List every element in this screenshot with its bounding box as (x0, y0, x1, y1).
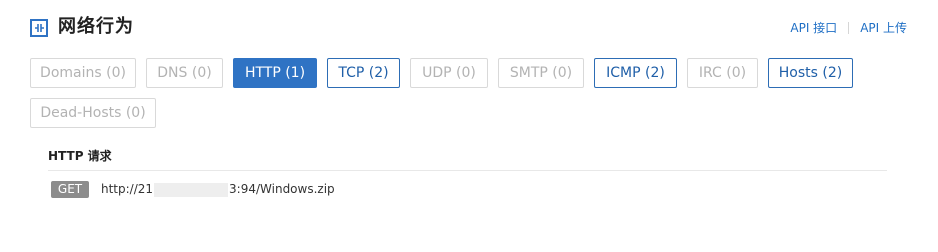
tab-dns[interactable]: DNS (0) (146, 58, 223, 88)
network-behavior-icon (30, 19, 48, 37)
api-interface-link[interactable]: API 接口 (790, 20, 837, 36)
section-title: 网络行为 (58, 16, 134, 37)
request-url-start: http://21 (101, 182, 154, 196)
tab-tcp[interactable]: TCP (2) (327, 58, 400, 88)
divider (48, 170, 887, 171)
api-upload-link[interactable]: API 上传 (860, 20, 907, 36)
network-behavior-panel: 网络行为 API 接口 API 上传 Domains (0) DNS (0) H… (0, 0, 938, 252)
tab-smtp[interactable]: SMTP (0) (498, 58, 584, 88)
link-divider (848, 22, 850, 34)
tab-hosts[interactable]: Hosts (2) (768, 58, 853, 88)
tab-http[interactable]: HTTP (1) (233, 58, 317, 88)
http-method-badge: GET (51, 181, 89, 198)
api-links: API 接口 API 上传 (790, 20, 907, 36)
redacted-block (154, 182, 229, 197)
tab-domains[interactable]: Domains (0) (30, 58, 136, 88)
tab-udp[interactable]: UDP (0) (410, 58, 488, 88)
request-url[interactable]: http://21 3:94/Windows.zip (101, 181, 335, 198)
request-url-end: 3:94/Windows.zip (229, 182, 335, 196)
tab-dead-hosts[interactable]: Dead-Hosts (0) (30, 98, 156, 128)
tab-irc[interactable]: IRC (0) (687, 58, 758, 88)
http-requests-heading: HTTP 请求 (48, 149, 112, 163)
tab-icmp[interactable]: ICMP (2) (594, 58, 677, 88)
